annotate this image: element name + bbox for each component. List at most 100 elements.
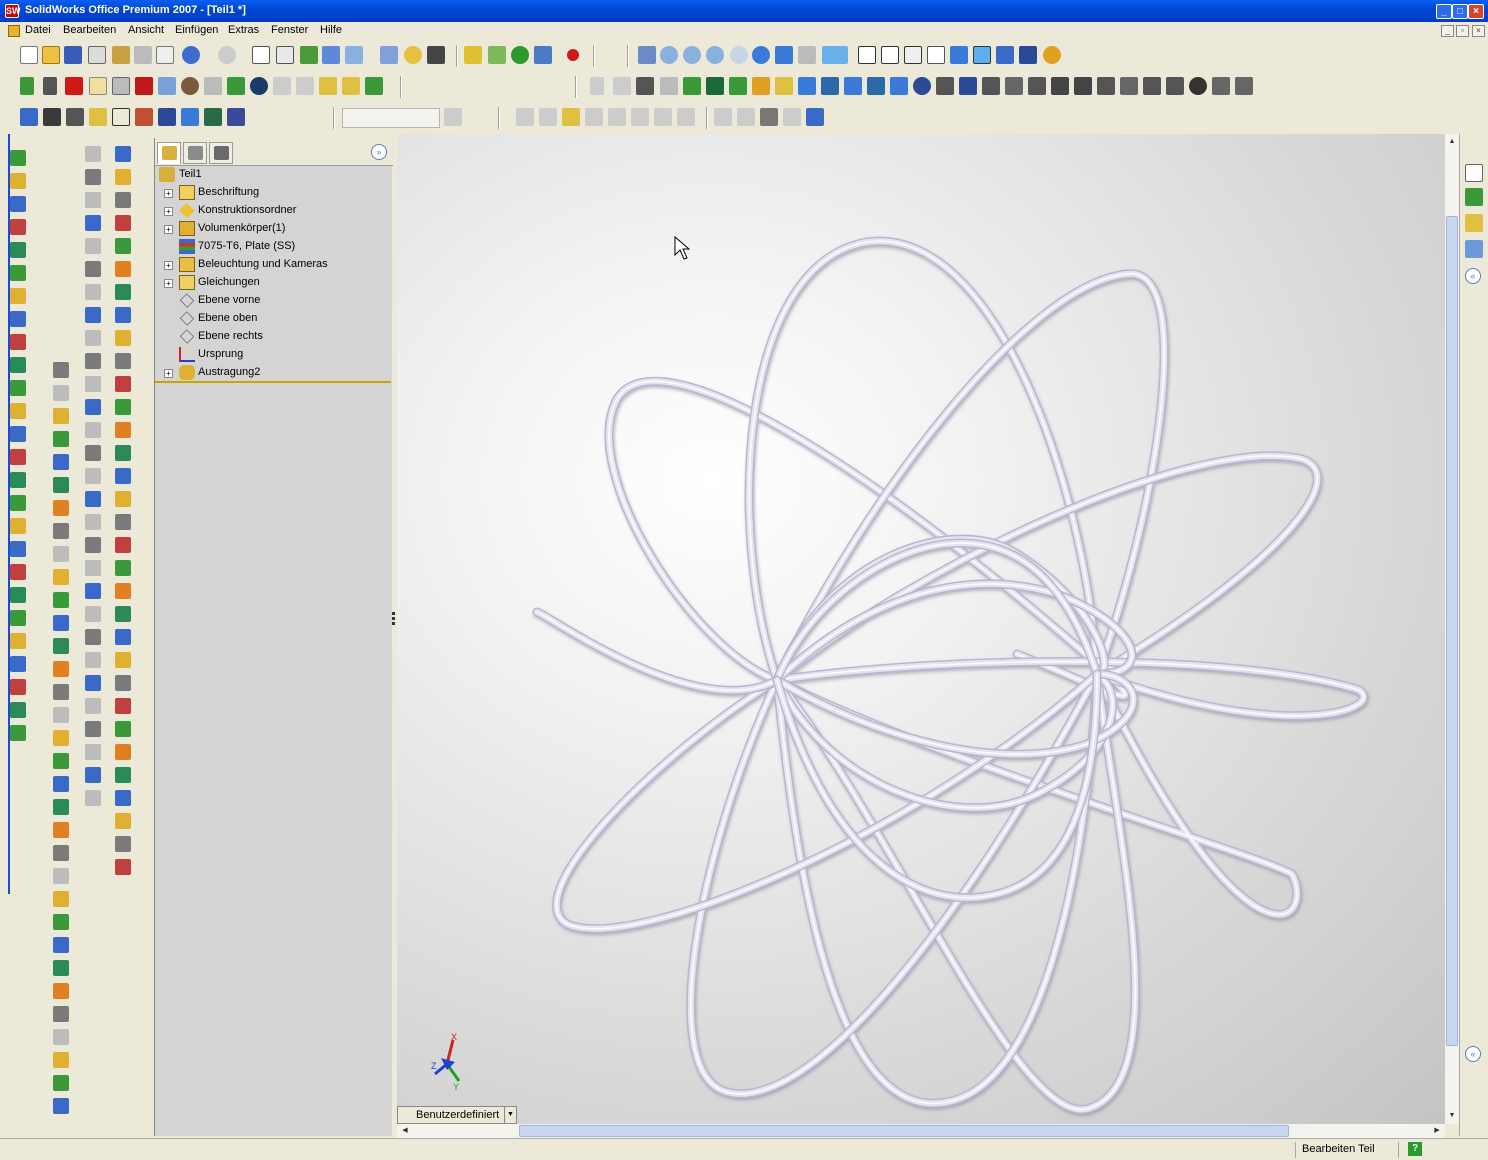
tool-icon-col4-3[interactable] <box>115 192 131 208</box>
tool-icon-col2-31[interactable] <box>53 1052 69 1068</box>
scroll-right-icon[interactable]: ▶ <box>1431 1125 1443 1137</box>
tree-item-ebene-vorne[interactable]: Ebene vorne <box>159 292 389 310</box>
menu-einfuegen[interactable]: Einfügen <box>175 24 218 36</box>
shaded-with-edges-icon[interactable] <box>950 46 968 64</box>
tool-icon-col2-2[interactable] <box>53 385 69 401</box>
featuremanager-tab[interactable] <box>157 142 181 164</box>
tool-icon-col1-19[interactable] <box>10 564 26 580</box>
tool-icon-col4-27[interactable] <box>115 744 131 760</box>
properties-icon[interactable] <box>380 46 398 64</box>
tool-icon-col4-31[interactable] <box>115 836 131 852</box>
tool-icon-col2-17[interactable] <box>53 730 69 746</box>
tool-icon-col1-17[interactable] <box>10 518 26 534</box>
filter-25-icon[interactable] <box>1143 77 1161 95</box>
scroll-up-icon[interactable]: ▲ <box>1446 136 1458 148</box>
rotate-view-icon[interactable] <box>752 46 770 64</box>
tool-icon-col3-25[interactable] <box>85 698 101 714</box>
filter-13-icon[interactable] <box>867 77 885 95</box>
horizontal-scroll-thumb[interactable] <box>519 1125 1289 1137</box>
tool-icon-col2-30[interactable] <box>53 1029 69 1045</box>
tool-icon-col1-8[interactable] <box>10 311 26 327</box>
filter-2-icon[interactable] <box>613 77 631 95</box>
tool-icon-col3-10[interactable] <box>85 353 101 369</box>
tool-icon-col4-25[interactable] <box>115 698 131 714</box>
menu-hilfe[interactable]: Hilfe <box>320 24 342 36</box>
scroll-left-icon[interactable]: ◀ <box>399 1125 411 1137</box>
tool-icon-col3-2[interactable] <box>85 169 101 185</box>
tool-icon-col3-23[interactable] <box>85 652 101 668</box>
tool-icon-col3-3[interactable] <box>85 192 101 208</box>
tool-icon-col3-7[interactable] <box>85 284 101 300</box>
tool-icon-col3-15[interactable] <box>85 468 101 484</box>
maximize-button[interactable]: □ <box>1452 4 1468 19</box>
tool-icon-col2-9[interactable] <box>53 546 69 562</box>
tool-icon-col2-8[interactable] <box>53 523 69 539</box>
design-table-icon[interactable] <box>204 108 222 126</box>
filter-8-icon[interactable] <box>752 77 770 95</box>
new-document-icon[interactable] <box>20 46 38 64</box>
tool-green-icon[interactable] <box>365 77 383 95</box>
tool-icon-col2-6[interactable] <box>53 477 69 493</box>
print-icon[interactable] <box>134 46 152 64</box>
filter-10-icon[interactable] <box>798 77 816 95</box>
tool-icon-col1-21[interactable] <box>10 610 26 626</box>
tool-icon-col2-10[interactable] <box>53 569 69 585</box>
tool-icon-col3-19[interactable] <box>85 560 101 576</box>
tool-icon-col2-19[interactable] <box>53 776 69 792</box>
sweep-model[interactable]: X Y Z <box>397 134 1445 1124</box>
align-5-icon[interactable] <box>806 108 824 126</box>
tool-icon-col1-12[interactable] <box>10 403 26 419</box>
roll-view-icon[interactable] <box>798 46 816 64</box>
tool-icon-col3-29[interactable] <box>85 790 101 806</box>
layer-combo[interactable] <box>342 108 440 128</box>
tool-gray-1-icon[interactable] <box>273 77 291 95</box>
align-4-icon[interactable] <box>783 108 801 126</box>
filter-20-icon[interactable] <box>1028 77 1046 95</box>
tool-icon-col4-30[interactable] <box>115 813 131 829</box>
filter-9-icon[interactable] <box>775 77 793 95</box>
redo-icon[interactable] <box>218 46 236 64</box>
open-icon[interactable] <box>42 46 60 64</box>
filter-18-icon[interactable] <box>982 77 1000 95</box>
tool-icon-col3-18[interactable] <box>85 537 101 553</box>
filter-15-icon[interactable] <box>913 77 931 95</box>
shaded-icon[interactable] <box>973 46 991 64</box>
options-icon[interactable] <box>322 46 340 64</box>
camera-icon[interactable] <box>427 46 445 64</box>
tool-icon-col2-20[interactable] <box>53 799 69 815</box>
chevron-down-icon[interactable]: ▼ <box>504 1107 516 1123</box>
spell-check-icon[interactable] <box>20 108 38 126</box>
file-explorer-icon[interactable] <box>1465 214 1483 232</box>
tool-icon-col4-2[interactable] <box>115 169 131 185</box>
view-orientation-dropdown[interactable]: Benutzerdefiniert ▼ <box>397 1106 517 1124</box>
tool-icon-col3-27[interactable] <box>85 744 101 760</box>
tool-icon-col1-11[interactable] <box>10 380 26 396</box>
tool-icon-col2-26[interactable] <box>53 937 69 953</box>
tool-icon-col4-5[interactable] <box>115 238 131 254</box>
tool-icon-col2-11[interactable] <box>53 592 69 608</box>
doc-close-button[interactable]: × <box>1472 25 1485 37</box>
addin-icon[interactable] <box>227 77 245 95</box>
measure-icon[interactable] <box>43 108 61 126</box>
tool-icon-col3-16[interactable] <box>85 491 101 507</box>
customize-icon[interactable] <box>181 77 199 95</box>
select-icon[interactable] <box>252 46 270 64</box>
tool-icon-col3-6[interactable] <box>85 261 101 277</box>
tool-icon-col4-17[interactable] <box>115 514 131 530</box>
vba-icon[interactable] <box>158 77 176 95</box>
vertical-scrollbar[interactable]: ▲ ▼ <box>1445 134 1459 1124</box>
menu-ansicht[interactable]: Ansicht <box>128 24 164 36</box>
doc-minimize-button[interactable]: _ <box>1441 25 1454 37</box>
shadows-icon[interactable] <box>996 46 1014 64</box>
tool-icon-col1-7[interactable] <box>10 288 26 304</box>
zoom-to-area-icon[interactable] <box>683 46 701 64</box>
tool-icon-col2-13[interactable] <box>53 638 69 654</box>
undo-icon[interactable] <box>182 46 200 64</box>
select-filter-icon[interactable] <box>276 46 294 64</box>
filter-23-icon[interactable] <box>1097 77 1115 95</box>
expand-panel-icon[interactable]: » <box>371 144 387 160</box>
import-diagnostics-icon[interactable] <box>135 108 153 126</box>
tool-icon-col3-11[interactable] <box>85 376 101 392</box>
sketch-icon[interactable] <box>464 46 482 64</box>
tree-item-gleichungen[interactable]: + Gleichungen <box>159 274 389 292</box>
